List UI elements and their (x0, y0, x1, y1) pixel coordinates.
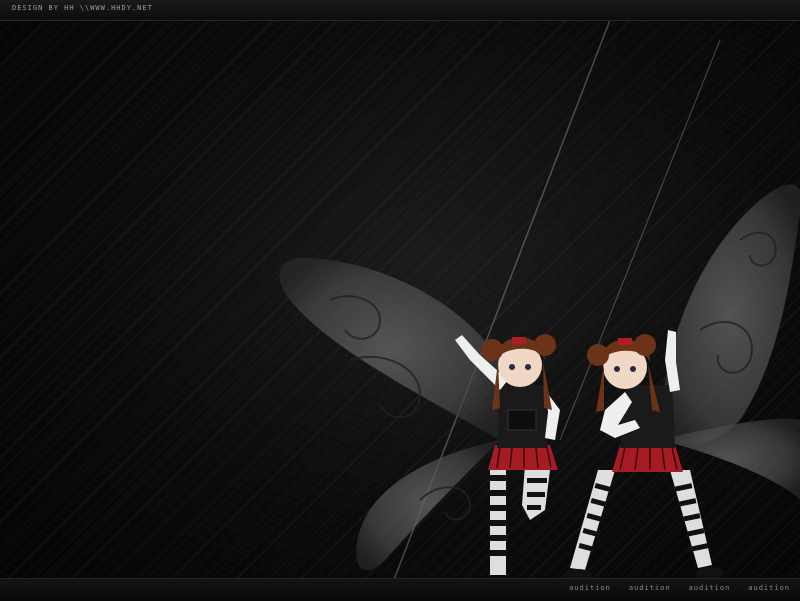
footer-labels: audition audition audition audition (569, 584, 790, 592)
top-bar: DESIGN BY HH \\WWW.HHDY.NET (0, 0, 800, 21)
design-credit: DESIGN BY HH \\WWW.HHDY.NET (12, 4, 153, 12)
bottom-bar: audition audition audition audition (0, 578, 800, 601)
footer-label: audition (748, 584, 790, 592)
wing-right-upper (660, 184, 800, 445)
footer-label: audition (628, 584, 671, 592)
wallpaper-artwork (279, 19, 800, 591)
wing-left-lower (356, 440, 500, 571)
footer-label: audition (569, 584, 611, 592)
footer-label: audition (688, 584, 731, 592)
